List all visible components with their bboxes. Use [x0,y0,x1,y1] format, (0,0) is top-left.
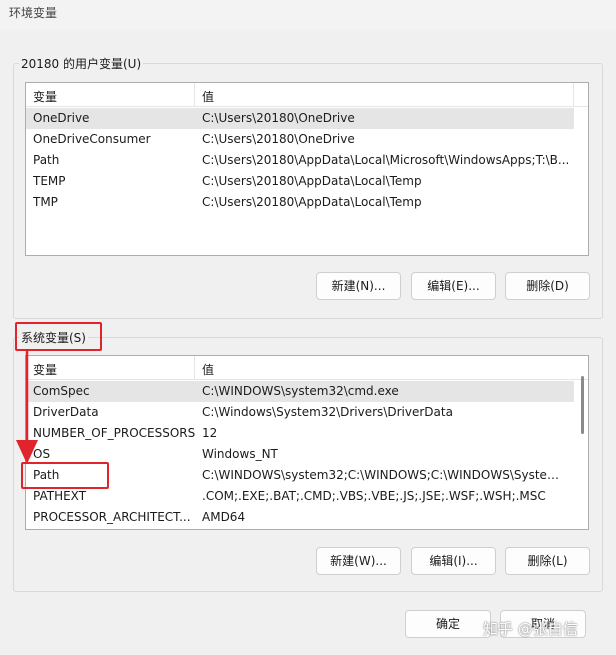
variable-value: C:\Users\20180\AppData\Local\Temp [202,174,422,188]
annotation-arrow-icon [16,350,38,464]
variable-value: AMD64 [202,510,246,524]
variable-value: C:\Users\20180\OneDrive [202,132,355,146]
table-row[interactable]: PROCESSOR_ARCHITECT... AMD64 [26,507,574,528]
variable-value: C:\Users\20180\AppData\Local\Microsoft\W… [202,153,570,167]
user-new-button[interactable]: 新建(N)... [316,272,401,300]
system-variables-list[interactable]: 变量 值 ComSpec C:\WINDOWS\system32\cmd.exe… [25,355,589,530]
annotation-highlight-path-row [21,462,109,489]
column-separator[interactable] [194,83,195,107]
user-variables-list[interactable]: 变量 值 OneDrive C:\Users\20180\OneDrive On… [25,82,589,256]
variable-name: OneDriveConsumer [33,132,151,146]
variable-name: Path [33,153,60,167]
user-variables-label: 20180 的用户变量(U) [19,55,144,72]
column-header-value[interactable]: 值 [202,88,214,105]
variable-name: OS [33,447,51,461]
variable-name: NUMBER_OF_PROCESSORS [33,426,196,440]
table-row[interactable]: TEMP C:\Users\20180\AppData\Local\Temp [26,171,574,192]
column-separator[interactable] [573,83,574,107]
variable-value: C:\WINDOWS\system32\cmd.exe [202,384,399,398]
variable-name: TEMP [33,174,66,188]
table-row[interactable]: DriverData C:\Windows\System32\Drivers\D… [26,402,574,423]
user-edit-button[interactable]: 编辑(E)... [411,272,496,300]
variable-value: C:\WINDOWS\system32;C:\WINDOWS;C:\WINDOW… [202,468,567,482]
system-list-header: 变量 值 [26,356,588,380]
variable-name: OneDrive [33,111,90,125]
title-bar: 环境变量 [0,0,616,30]
variable-value: 12 [202,426,218,440]
variable-value: C:\Windows\System32\Drivers\DriverData [202,405,453,419]
table-row[interactable]: Path C:\Users\20180\AppData\Local\Micros… [26,150,574,171]
variable-name: ComSpec [33,384,90,398]
window-title: 环境变量 [9,6,58,20]
column-header-variable[interactable]: 变量 [33,88,57,105]
column-separator[interactable] [194,356,195,380]
variable-name: PROCESSOR_ARCHITECT... [33,510,191,524]
variable-name: DriverData [33,405,99,419]
table-row[interactable]: OneDrive C:\Users\20180\OneDrive [26,108,574,129]
variable-value: C:\Users\20180\AppData\Local\Temp [202,195,422,209]
table-row[interactable]: NUMBER_OF_PROCESSORS 12 [26,423,574,444]
user-delete-button[interactable]: 删除(D) [505,272,590,300]
variable-value: C:\Users\20180\OneDrive [202,111,355,125]
annotation-highlight-system-label [15,322,102,351]
system-delete-button[interactable]: 删除(L) [505,547,590,575]
table-row[interactable]: ComSpec C:\WINDOWS\system32\cmd.exe [26,381,574,402]
variable-value: .COM;.EXE;.BAT;.CMD;.VBS;.VBE;.JS;.JSE;.… [202,489,546,503]
variable-name: TMP [33,195,58,209]
table-row[interactable]: TMP C:\Users\20180\AppData\Local\Temp [26,192,574,213]
table-row[interactable]: PATHEXT .COM;.EXE;.BAT;.CMD;.VBS;.VBE;.J… [26,486,574,507]
watermark: 知乎 @张自信 [483,620,578,638]
vertical-scrollbar[interactable] [581,376,584,434]
variable-name: PATHEXT [33,489,87,503]
table-row[interactable]: OneDriveConsumer C:\Users\20180\OneDrive [26,129,574,150]
ok-button[interactable]: 确定 [405,610,491,638]
variable-value: Windows_NT [202,447,278,461]
user-list-header: 变量 值 [26,83,588,107]
column-header-value[interactable]: 值 [202,361,214,378]
system-edit-button[interactable]: 编辑(I)... [411,547,496,575]
system-new-button[interactable]: 新建(W)... [316,547,401,575]
